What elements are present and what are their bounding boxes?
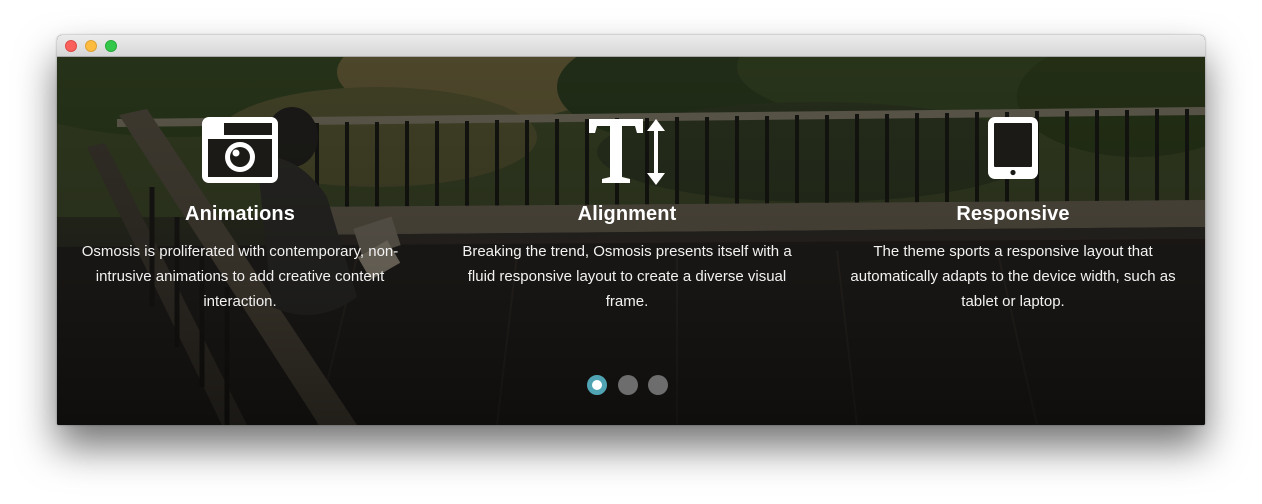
zoom-button[interactable] — [105, 40, 117, 52]
minimize-button[interactable] — [85, 40, 97, 52]
browser-window: Animations Osmosis is proliferated with … — [57, 35, 1205, 425]
window-titlebar — [57, 35, 1205, 57]
feature-title: Animations — [185, 203, 295, 225]
carousel-dot-3[interactable] — [648, 375, 668, 395]
feature-responsive: Responsive The theme sports a responsive… — [843, 111, 1183, 314]
feature-title: Alignment — [577, 203, 677, 225]
feature-description: Osmosis is proliferated with contemporar… — [81, 243, 399, 310]
feature-description: Breaking the trend, Osmosis presents its… — [462, 243, 792, 310]
camera-icon — [70, 111, 410, 201]
feature-title: Responsive — [956, 203, 1070, 225]
text-height-icon — [457, 111, 797, 201]
feature-animations: Animations Osmosis is proliferated with … — [70, 111, 410, 314]
feature-description: The theme sports a responsive layout tha… — [850, 243, 1176, 310]
carousel-dot-1[interactable] — [587, 375, 607, 395]
close-button[interactable] — [65, 40, 77, 52]
feature-alignment: Alignment Breaking the trend, Osmosis pr… — [457, 111, 797, 314]
carousel-dot-2[interactable] — [618, 375, 638, 395]
features-section: Animations Osmosis is proliferated with … — [57, 57, 1205, 425]
tablet-icon — [843, 111, 1183, 201]
